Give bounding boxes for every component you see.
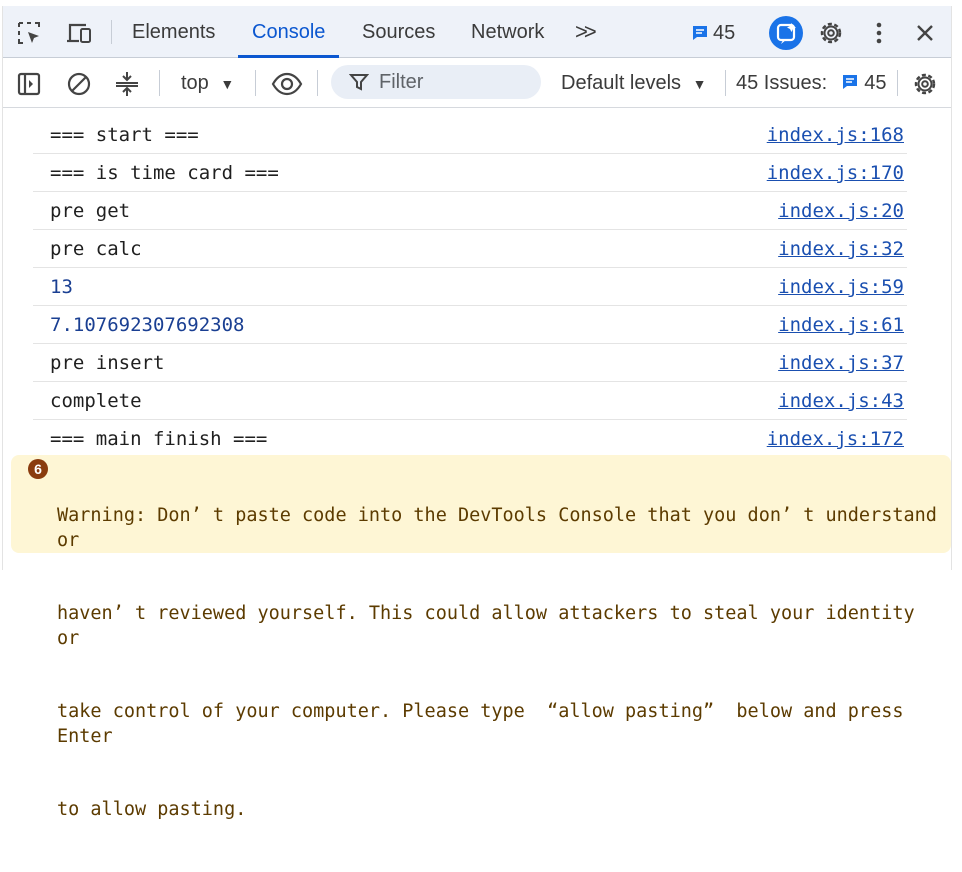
console-message: === start === index.js:168 <box>33 116 907 154</box>
more-tabs-button[interactable]: >> <box>575 6 597 58</box>
message-text: pre get <box>50 200 131 222</box>
toolbar-divider <box>159 70 160 96</box>
ai-assistant-button[interactable] <box>769 16 803 50</box>
paste-warning: 6 Warning: Don’ t paste code into the De… <box>11 455 951 820</box>
console-toolbar: top ▼ Filter Default levels ▼ 45 Issues: <box>3 58 951 108</box>
console-message: === is time card === index.js:170 <box>33 154 907 192</box>
close-icon[interactable] <box>911 19 939 47</box>
warning-text: Warning: Don’ t paste code into the DevT… <box>57 455 937 872</box>
source-link[interactable]: index.js:59 <box>778 268 904 306</box>
console-message: pre calc index.js:32 <box>33 230 907 268</box>
console-message: 7.107692307692308 index.js:61 <box>33 306 907 344</box>
message-number: 13 <box>50 276 73 298</box>
devtools-window: Elements Console Sources Network >> 45 t… <box>2 6 952 820</box>
device-toolbar-icon[interactable] <box>65 19 93 47</box>
message-icon <box>693 26 707 40</box>
sidebar-toggle-icon[interactable] <box>15 70 43 98</box>
toolbar-divider <box>111 20 112 44</box>
gear-icon[interactable] <box>911 70 939 98</box>
tab-sources[interactable]: Sources <box>362 6 435 58</box>
message-text: complete <box>50 390 142 412</box>
message-icon <box>842 75 857 89</box>
filter-placeholder: Filter <box>379 71 424 93</box>
toolbar-divider <box>897 70 898 96</box>
context-selector[interactable]: top ▼ <box>181 58 234 108</box>
chevron-down-icon: ▼ <box>692 76 707 92</box>
log-levels-label: Default levels <box>561 72 682 94</box>
source-link[interactable]: index.js:168 <box>767 116 904 154</box>
clear-console-icon[interactable] <box>65 70 93 98</box>
log-levels-dropdown[interactable]: Default levels ▼ <box>561 58 706 109</box>
ai-assistant-icon <box>776 23 796 44</box>
chevron-down-icon: ▼ <box>220 76 235 92</box>
source-link[interactable]: index.js:37 <box>778 344 904 382</box>
console-message: pre get index.js:20 <box>33 192 907 230</box>
issues-count: 45 <box>713 22 736 44</box>
console-message: === main finish === index.js:172 <box>33 420 907 458</box>
element-picker-icon[interactable] <box>15 19 43 47</box>
source-link[interactable]: index.js:172 <box>767 420 904 458</box>
tab-console[interactable]: Console <box>237 6 340 58</box>
warning-line: take control of your computer. Please ty… <box>57 701 915 747</box>
live-expression-icon[interactable] <box>271 70 303 98</box>
gear-icon[interactable] <box>817 19 845 47</box>
filter-icon <box>349 74 369 91</box>
warning-line: haven’ t reviewed yourself. This could a… <box>57 603 926 649</box>
message-text: === is time card === <box>50 162 279 184</box>
console-message: complete index.js:43 <box>33 382 907 420</box>
warning-line: to allow pasting. <box>57 799 247 820</box>
message-number: 7.107692307692308 <box>50 314 245 336</box>
message-text: === main finish === <box>50 428 268 450</box>
warning-count-badge: 6 <box>28 459 48 479</box>
devtools-tab-bar: Elements Console Sources Network >> 45 <box>3 6 951 58</box>
toolbar-divider <box>255 70 256 96</box>
source-link[interactable]: index.js:170 <box>767 154 904 192</box>
source-link[interactable]: index.js:32 <box>778 230 904 268</box>
toolbar-divider <box>317 70 318 96</box>
issues-label: 45 Issues: <box>736 72 828 94</box>
toolbar-divider <box>725 70 726 96</box>
collapse-icon[interactable] <box>113 70 141 98</box>
message-text: pre calc <box>50 238 142 260</box>
console-message: 13 index.js:59 <box>33 268 907 306</box>
context-label: top <box>181 72 209 94</box>
source-link[interactable]: index.js:43 <box>778 382 904 420</box>
warning-line: Warning: Don’ t paste code into the DevT… <box>57 505 949 551</box>
filter-input[interactable]: Filter <box>331 65 541 99</box>
issues-link[interactable]: 45 Issues: 45 <box>736 58 887 108</box>
message-text: === start === <box>50 124 199 146</box>
source-link[interactable]: index.js:61 <box>778 306 904 344</box>
issues-count: 45 <box>864 72 887 94</box>
message-text: pre insert <box>50 352 165 374</box>
tab-network[interactable]: Network <box>471 6 544 58</box>
console-message: pre insert index.js:37 <box>33 344 907 382</box>
source-link[interactable]: index.js:20 <box>778 192 904 230</box>
kebab-menu-icon[interactable] <box>865 19 893 47</box>
tab-elements[interactable]: Elements <box>132 6 215 58</box>
